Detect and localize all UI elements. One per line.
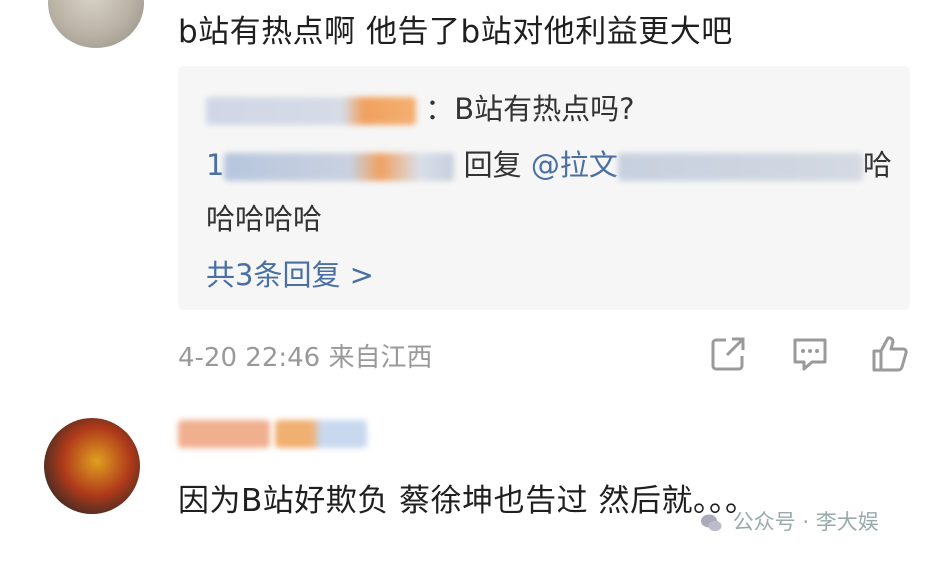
blurred-username[interactable]: [224, 153, 455, 181]
blurred-username[interactable]: [206, 97, 416, 125]
comment-text: 因为B站好欺负 蔡徐坤也告过 然后就。。。: [178, 483, 757, 519]
reply-label: 回复: [463, 148, 522, 182]
mention-link[interactable]: @拉文: [531, 148, 618, 182]
watermark: 公众号 · 李大娱: [700, 506, 879, 536]
reply-user-prefix[interactable]: 1: [206, 148, 224, 182]
share-icon[interactable]: [708, 334, 748, 374]
reply-text: ：B站有热点吗?: [425, 92, 635, 126]
blurred-mention: [617, 153, 863, 181]
reply-item: ：B站有热点吗?: [206, 86, 635, 128]
reply-box[interactable]: ：B站有热点吗? 1 回复 @拉文 哈 哈哈哈哈 共3条回复 >: [178, 66, 910, 310]
comment-text: b站有热点啊 他告了b站对他利益更大吧: [178, 14, 733, 50]
reply-item: 1 回复 @拉文 哈: [206, 142, 892, 184]
avatar[interactable]: [48, 0, 144, 48]
like-icon[interactable]: [870, 334, 910, 374]
blurred-username[interactable]: [178, 420, 368, 448]
reply-text-continued: 哈哈哈哈: [206, 202, 323, 236]
comment-icon[interactable]: [790, 334, 830, 374]
reply-tail: 哈: [862, 148, 892, 182]
comment-meta: 4-20 22:46 来自江西: [178, 343, 433, 373]
wechat-icon: [701, 514, 722, 532]
avatar[interactable]: [44, 418, 140, 514]
more-replies-link[interactable]: 共3条回复 >: [206, 252, 374, 294]
watermark-text: 公众号 · 李大娱: [732, 510, 879, 534]
